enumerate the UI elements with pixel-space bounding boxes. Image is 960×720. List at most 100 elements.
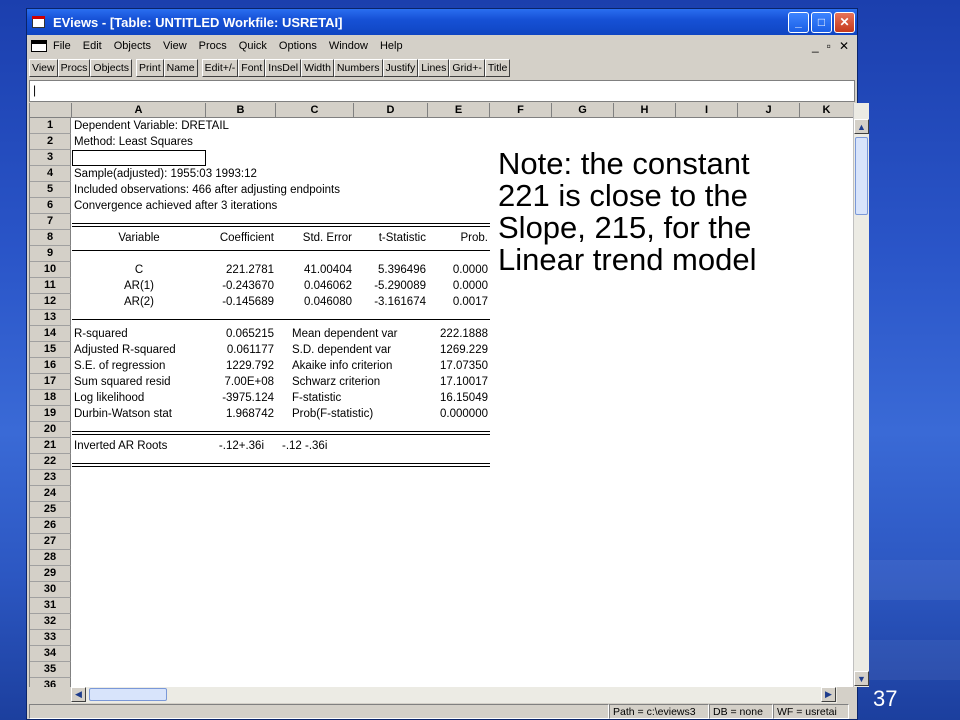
row-header[interactable]: 21 [30, 438, 71, 454]
toolbar-view-button[interactable]: View [29, 59, 58, 77]
row-header[interactable]: 17 [30, 374, 71, 390]
row-header[interactable]: 4 [30, 166, 71, 182]
row-header[interactable]: 22 [30, 454, 71, 470]
toolbar-objects-button[interactable]: Objects [90, 59, 133, 77]
stat-value: 1.968742 [226, 408, 274, 420]
row-header[interactable]: 1 [30, 118, 71, 134]
horizontal-scroll-thumb[interactable] [89, 688, 167, 701]
row-header[interactable]: 27 [30, 534, 71, 550]
row-header[interactable]: 36 [30, 678, 71, 687]
toolbar-edit-button[interactable]: Edit+/- [201, 59, 239, 77]
close-button[interactable]: ✕ [834, 11, 855, 33]
table-rule [72, 319, 490, 320]
toolbar-width-button[interactable]: Width [301, 59, 334, 77]
scroll-up-button[interactable]: ▲ [854, 119, 869, 134]
toolbar-grid-button[interactable]: Grid+- [449, 59, 485, 77]
row-header[interactable]: 18 [30, 390, 71, 406]
stat-value: 7.00E+08 [224, 376, 274, 388]
vertical-scrollbar[interactable]: ▲ ▼ [853, 103, 869, 687]
row-header[interactable]: 7 [30, 214, 71, 230]
eviews-app-icon[interactable] [31, 14, 47, 30]
row-header[interactable]: 14 [30, 326, 71, 342]
row-header[interactable]: 34 [30, 646, 71, 662]
column-header-c[interactable]: C [276, 103, 354, 118]
row-header[interactable]: 11 [30, 278, 71, 294]
row-header[interactable]: 23 [30, 470, 71, 486]
toolbar-numbers-button[interactable]: Numbers [333, 59, 383, 77]
column-header-i[interactable]: I [676, 103, 738, 118]
toolbar-print-button[interactable]: Print [136, 59, 164, 77]
row-header[interactable]: 16 [30, 358, 71, 374]
toolbar-name-button[interactable]: Name [163, 59, 198, 77]
menu-view[interactable]: View [163, 40, 187, 52]
mdi-restore-button[interactable]: ▫ [827, 39, 831, 53]
row-header[interactable]: 32 [30, 614, 71, 630]
row-header[interactable]: 31 [30, 598, 71, 614]
title-bar[interactable]: EViews - [Table: UNTITLED Workfile: USRE… [27, 9, 857, 35]
toolbar-insdel-button[interactable]: InsDel [265, 59, 302, 77]
toolbar-title-button[interactable]: Title [484, 59, 511, 77]
corner-header[interactable] [30, 103, 72, 118]
menu-options[interactable]: Options [279, 40, 317, 52]
mdi-close-button[interactable]: ✕ [839, 39, 849, 53]
menu-help[interactable]: Help [380, 40, 403, 52]
row-header[interactable]: 35 [30, 662, 71, 678]
row-header[interactable]: 3 [30, 150, 71, 166]
minimize-button[interactable]: _ [788, 11, 809, 33]
column-header-f[interactable]: F [490, 103, 552, 118]
menu-edit[interactable]: Edit [83, 40, 102, 52]
coef-std-error: 0.046080 [304, 296, 352, 308]
row-header[interactable]: 29 [30, 566, 71, 582]
toolbar-procs-button[interactable]: Procs [57, 59, 91, 77]
toolbar-lines-button[interactable]: Lines [418, 59, 450, 77]
scroll-left-button[interactable]: ◀ [71, 687, 86, 702]
column-header-b[interactable]: B [206, 103, 276, 118]
maximize-button[interactable]: □ [811, 11, 832, 33]
stat-label: Adjusted R-squared [74, 344, 176, 356]
row-header[interactable]: 33 [30, 630, 71, 646]
toolbar-font-button[interactable]: Font [238, 59, 266, 77]
column-header-a[interactable]: A [72, 103, 206, 118]
row-header[interactable]: 25 [30, 502, 71, 518]
mdi-minimize-button[interactable]: _ [812, 39, 819, 53]
column-header-e[interactable]: E [428, 103, 490, 118]
menu-file[interactable]: File [53, 40, 71, 52]
document-icon[interactable] [31, 40, 47, 52]
eviews-window: EViews - [Table: UNTITLED Workfile: USRE… [26, 8, 869, 720]
menu-window[interactable]: Window [329, 40, 368, 52]
column-header-g[interactable]: G [552, 103, 614, 118]
scroll-down-button[interactable]: ▼ [854, 671, 869, 686]
background-streak [855, 640, 960, 680]
scroll-right-button[interactable]: ▶ [821, 687, 836, 702]
row-header[interactable]: 8 [30, 230, 71, 246]
column-header-j[interactable]: J [738, 103, 800, 118]
row-header[interactable]: 15 [30, 342, 71, 358]
selected-cell-a3[interactable] [72, 150, 206, 166]
row-header[interactable]: 6 [30, 198, 71, 214]
cell-edit-field[interactable]: | [29, 80, 855, 102]
row-header[interactable]: 30 [30, 582, 71, 598]
stat-label: S.E. of regression [74, 360, 166, 372]
toolbar-justify-button[interactable]: Justify [382, 59, 419, 77]
row-header[interactable]: 9 [30, 246, 71, 262]
row-header[interactable]: 26 [30, 518, 71, 534]
vertical-scroll-thumb[interactable] [855, 137, 868, 215]
row-header[interactable]: 19 [30, 406, 71, 422]
column-header-d[interactable]: D [354, 103, 428, 118]
row-header[interactable]: 10 [30, 262, 71, 278]
row-header[interactable]: 2 [30, 134, 71, 150]
status-path: Path = c:\eviews3 [609, 704, 709, 719]
column-header-h[interactable]: H [614, 103, 676, 118]
horizontal-scrollbar[interactable]: ◀ ▶ [71, 687, 837, 703]
menu-quick[interactable]: Quick [239, 40, 267, 52]
row-header[interactable]: 12 [30, 294, 71, 310]
coef-prob: 0.0000 [452, 264, 488, 276]
row-header[interactable]: 24 [30, 486, 71, 502]
row-header[interactable]: 5 [30, 182, 71, 198]
menu-objects[interactable]: Objects [114, 40, 151, 52]
row-header[interactable]: 28 [30, 550, 71, 566]
row-header[interactable]: 20 [30, 422, 71, 438]
column-header-k[interactable]: K [800, 103, 853, 118]
row-header[interactable]: 13 [30, 310, 71, 326]
menu-procs[interactable]: Procs [199, 40, 227, 52]
